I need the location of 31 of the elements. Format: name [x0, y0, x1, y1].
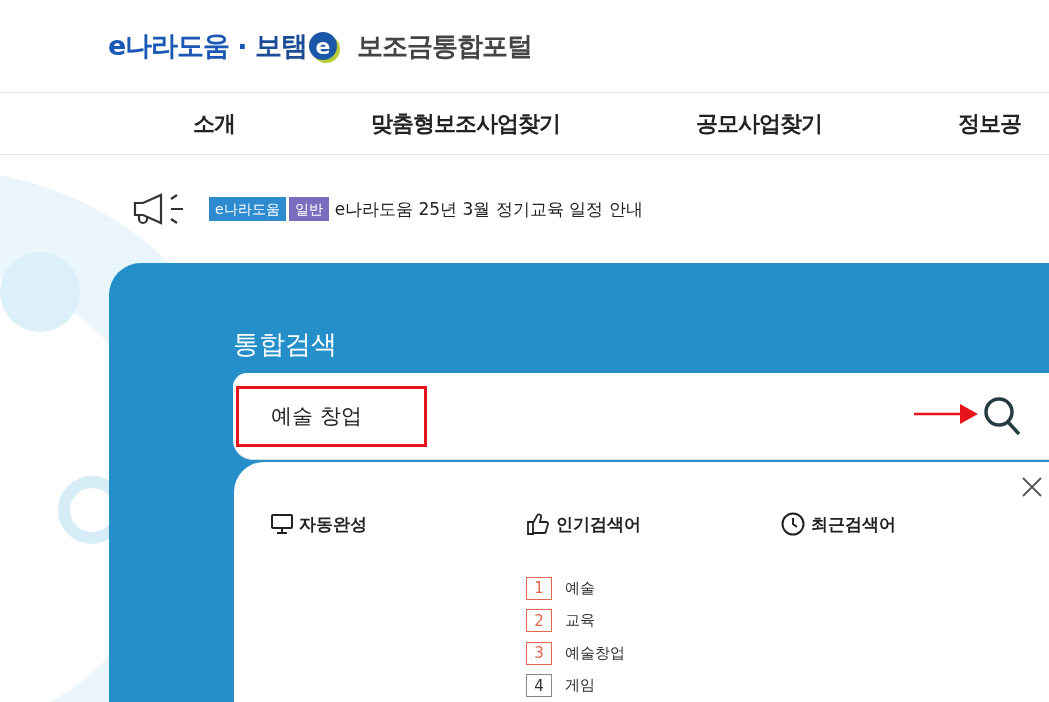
rank-number: 1: [526, 576, 552, 600]
arrow-drawing: [914, 403, 978, 425]
search-title: 통합검색: [233, 329, 338, 361]
rank-number: 4: [526, 674, 552, 698]
close-button[interactable]: [1021, 476, 1043, 498]
nav-item[interactable]: 공모사업찾기: [696, 108, 822, 139]
popular-term[interactable]: 예술: [565, 578, 595, 598]
rank-number: 3: [526, 641, 552, 665]
close-icon: [1021, 476, 1043, 498]
category-tag: 일반: [288, 197, 329, 221]
site-logo[interactable]: e나라도움 · 보탬 e: [108, 28, 337, 64]
nav-item[interactable]: 소개: [193, 108, 235, 139]
rank-number: 2: [526, 609, 552, 633]
monitor-icon: [271, 513, 293, 535]
thumbs-up-icon: [526, 512, 550, 536]
search-field[interactable]: 예술 창업: [271, 404, 983, 428]
popular-term[interactable]: 예술창업: [565, 643, 625, 663]
megaphone-icon: [133, 193, 185, 225]
search-icon: [983, 396, 1021, 436]
nav-item[interactable]: 맞춤형보조사업찾기: [371, 108, 560, 139]
clock-icon: [781, 512, 805, 536]
popular-term[interactable]: 교육: [565, 611, 595, 631]
category-tag: e나라도움: [209, 197, 286, 221]
column-heading: 자동완성: [299, 512, 367, 536]
column-heading: 최근검색어: [811, 512, 896, 536]
notice-link[interactable]: e나라도움 25년 3월 정기교육 일정 안내: [334, 197, 643, 221]
search-button[interactable]: [983, 396, 1021, 436]
nav-item[interactable]: 정보공: [958, 108, 1021, 139]
popular-term[interactable]: 게임: [565, 676, 595, 696]
portal-name: 보조금통합포털: [356, 29, 532, 63]
column-heading: 인기검색어: [556, 512, 641, 536]
